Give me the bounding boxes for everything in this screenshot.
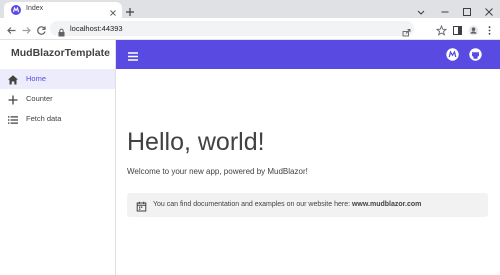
more-menu-icon[interactable] <box>484 23 495 35</box>
app-brand-title: MudBlazorTemplate <box>11 47 110 59</box>
window-maximize-icon[interactable] <box>462 4 472 16</box>
mudblazor-logo-icon[interactable] <box>446 48 459 61</box>
profile-avatar-icon[interactable] <box>468 23 479 36</box>
app-bar <box>116 40 500 69</box>
nav-label: Home <box>26 74 47 83</box>
reload-icon[interactable] <box>36 23 47 35</box>
nav-label: Counter <box>26 94 53 103</box>
tab-title: Index <box>26 5 44 12</box>
bookmark-star-icon[interactable] <box>435 23 448 36</box>
nav-drawer: MudBlazorTemplate Home Counter Fetch dat… <box>0 40 116 275</box>
browser-tab[interactable]: Index <box>4 2 122 18</box>
welcome-text: Welcome to your new app, powered by MudB… <box>127 167 308 176</box>
nav-item-counter[interactable]: Counter <box>0 89 115 109</box>
window-close-icon[interactable] <box>484 4 494 16</box>
main-content: Hello, world! Welcome to your new app, p… <box>116 69 500 275</box>
tab-close-icon[interactable] <box>108 5 118 16</box>
home-icon <box>7 73 19 85</box>
info-alert: You can find documentation and examples … <box>127 193 488 217</box>
nav-item-home[interactable]: Home <box>0 69 115 89</box>
browser-tab-strip: Index <box>0 0 500 18</box>
plus-icon <box>7 93 19 105</box>
new-tab-plus-icon[interactable] <box>125 4 135 16</box>
nav-menu: Home Counter Fetch data <box>0 69 115 129</box>
list-icon <box>7 113 19 125</box>
share-icon[interactable] <box>402 24 411 37</box>
side-panel-icon[interactable] <box>452 23 463 35</box>
nav-label: Fetch data <box>26 114 62 123</box>
alert-text: You can find documentation and examples … <box>153 201 352 208</box>
forward-arrow-icon[interactable] <box>21 23 32 34</box>
back-arrow-icon[interactable] <box>6 23 17 34</box>
calendar-icon <box>136 199 147 212</box>
browser-toolbar: localhost:44393 <box>0 18 500 40</box>
mudblazor-favicon-icon <box>11 5 21 15</box>
github-icon[interactable] <box>469 48 482 61</box>
window-minimize-icon[interactable] <box>440 4 450 14</box>
tab-search-chevron-icon[interactable] <box>416 4 426 15</box>
nav-item-fetch-data[interactable]: Fetch data <box>0 109 115 129</box>
mudblazor-website-link[interactable]: www.mudblazor.com <box>352 201 421 208</box>
address-bar[interactable]: localhost:44393 <box>50 21 414 37</box>
hamburger-menu-icon[interactable] <box>127 49 139 61</box>
lock-icon[interactable] <box>57 24 66 37</box>
url-text: localhost:44393 <box>70 24 123 33</box>
alert-message: You can find documentation and examples … <box>153 201 421 208</box>
page-heading: Hello, world! <box>127 128 265 156</box>
